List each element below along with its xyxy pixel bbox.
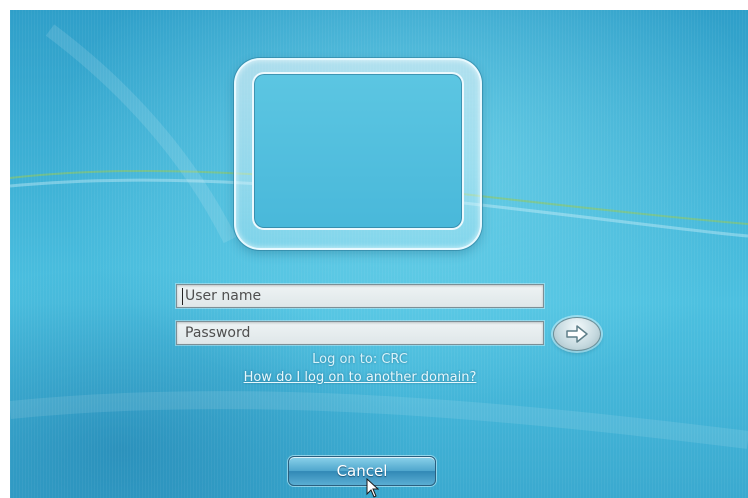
user-picture [252,72,464,230]
text-caret [182,288,183,305]
logon-screen: Log on to: CRC How do I log on to anothe… [10,10,748,498]
mouse-pointer-icon [366,478,380,498]
arrow-right-icon [566,325,588,343]
other-domain-link[interactable]: How do I log on to another domain? [176,370,544,385]
logon-domain-text: Log on to: CRC [312,352,408,367]
cancel-button[interactable]: Cancel [288,456,436,486]
username-field[interactable] [176,284,544,308]
user-picture-frame [234,58,482,250]
password-field[interactable] [176,321,544,345]
submit-arrow-button[interactable] [553,317,601,351]
